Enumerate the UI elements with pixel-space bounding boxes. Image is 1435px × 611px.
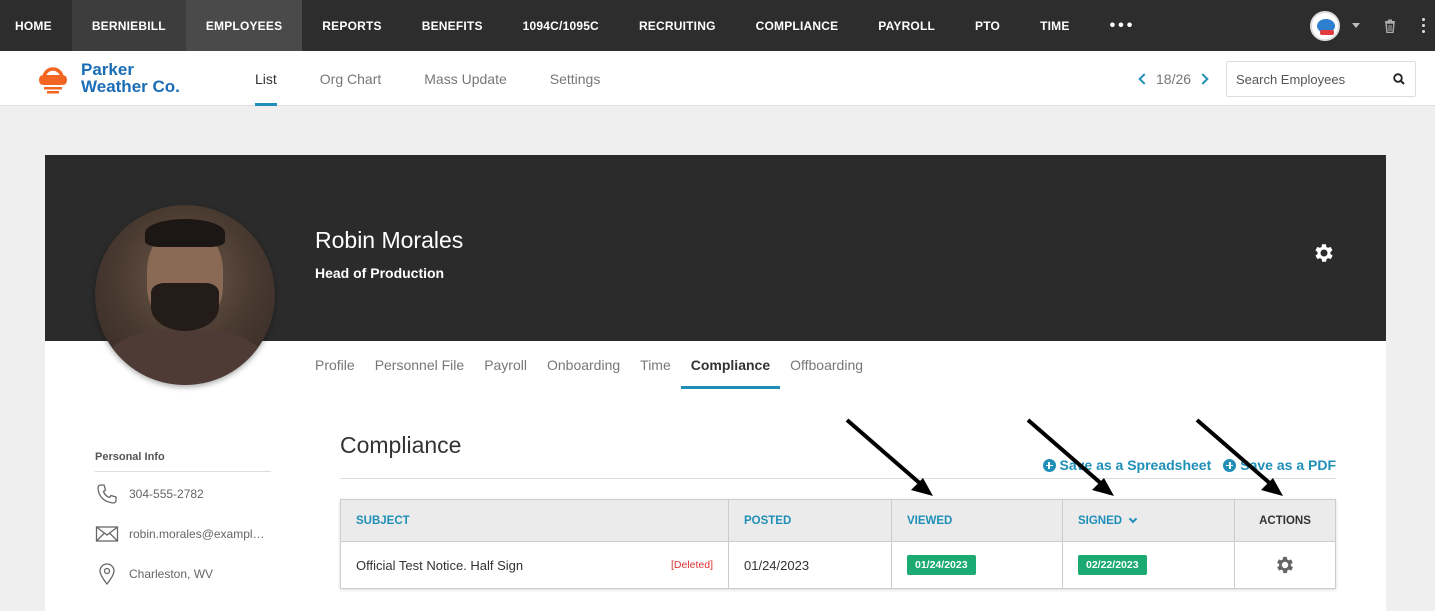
annotation-arrow-viewed (845, 418, 933, 496)
subtab-list[interactable]: List (255, 51, 277, 106)
kebab-menu-icon[interactable] (1422, 18, 1425, 33)
location-row: Charleston, WV (95, 556, 271, 592)
column-subject[interactable]: SUBJECT (341, 500, 729, 541)
nav-reports[interactable]: REPORTS (302, 0, 401, 51)
tab-profile[interactable]: Profile (315, 341, 355, 389)
personal-info-heading: Personal Info (95, 451, 271, 472)
cell-subject[interactable]: Official Test Notice. Half Sign [Deleted… (341, 542, 729, 588)
search-icon[interactable] (1393, 73, 1405, 85)
map-pin-icon (99, 563, 115, 586)
deleted-status: [Deleted] (670, 559, 713, 571)
tab-onboarding[interactable]: Onboarding (547, 341, 620, 389)
column-viewed[interactable]: VIEWED (892, 500, 1063, 541)
nav-benefits[interactable]: BENEFITS (402, 0, 503, 51)
cell-signed: 02/22/2023 (1063, 542, 1235, 588)
column-actions: ACTIONS (1259, 514, 1311, 527)
personal-info: Personal Info 304-555-2782 robin.morales… (95, 451, 271, 592)
nav-berniebill[interactable]: BERNIEBILL (71, 0, 186, 51)
annotation-arrow-actions (1195, 418, 1283, 496)
topnav-right-tools (1310, 0, 1435, 51)
compliance-table: SUBJECT POSTED VIEWED SIGNED ACTIONS Off… (340, 499, 1336, 589)
company-avatar[interactable] (1310, 10, 1340, 41)
viewed-badge: 01/24/2023 (907, 555, 976, 575)
subtab-mass-update[interactable]: Mass Update (424, 51, 506, 106)
column-signed-label: SIGNED (1078, 514, 1123, 527)
column-signed[interactable]: SIGNED (1063, 500, 1235, 541)
gear-icon[interactable] (1274, 554, 1296, 576)
section-title: Compliance (340, 432, 462, 458)
employee-card: Robin Morales Head of Production Profile… (45, 155, 1386, 611)
subject-text: Official Test Notice. Half Sign (356, 557, 524, 573)
employee-title: Head of Production (315, 265, 445, 281)
phone-icon (97, 484, 117, 504)
annotation-arrow-signed (1026, 418, 1114, 496)
cloud-sun-logo-icon (39, 67, 67, 94)
nav-home[interactable]: HOME (0, 0, 72, 51)
trash-icon[interactable] (1384, 19, 1396, 33)
employee-photo[interactable] (95, 205, 275, 385)
phone-text: 304-555-2782 (129, 487, 204, 501)
location-text: Charleston, WV (129, 567, 214, 581)
company-logo[interactable]: Parker Weather Co. (36, 61, 206, 97)
top-nav: HOME BERNIEBILL EMPLOYEES REPORTS BENEFI… (0, 0, 1435, 51)
chevron-right-icon[interactable] (1197, 72, 1209, 85)
company-logo-text: Parker Weather Co. (81, 61, 180, 95)
nav-time[interactable]: TIME (1020, 0, 1089, 51)
email-row: robin.morales@example.... (95, 516, 271, 552)
employee-pager: 18/26 (1136, 51, 1209, 106)
phone-row: 304-555-2782 (95, 476, 271, 512)
sub-header: Parker Weather Co. List Org Chart Mass U… (0, 51, 1435, 106)
gear-icon[interactable] (1312, 241, 1336, 265)
pager-count: 18/26 (1156, 70, 1192, 87)
table-header: SUBJECT POSTED VIEWED SIGNED ACTIONS (341, 500, 1335, 541)
column-posted[interactable]: POSTED (729, 500, 892, 541)
chevron-down-icon[interactable] (1352, 23, 1360, 28)
envelope-icon (95, 526, 119, 542)
employee-name: Robin Morales (315, 227, 464, 253)
nav-1094c-1095c[interactable]: 1094C/1095C (503, 0, 619, 51)
nav-payroll[interactable]: PAYROLL (858, 0, 955, 51)
employee-subtabs: List Org Chart Mass Update Settings (255, 51, 643, 106)
nav-recruiting[interactable]: RECRUITING (619, 0, 736, 51)
tab-offboarding[interactable]: Offboarding (790, 341, 863, 389)
email-text: robin.morales@example.... (129, 527, 271, 541)
logo-line-2: Weather Co. (81, 77, 180, 96)
subtab-settings[interactable]: Settings (550, 51, 601, 106)
cell-posted: 01/24/2023 (729, 542, 892, 588)
tab-compliance[interactable]: Compliance (680, 341, 781, 389)
search-input[interactable] (1236, 62, 1386, 96)
chevron-left-icon[interactable] (1138, 72, 1150, 85)
logo-line-1: Parker (81, 60, 134, 79)
search-box (1226, 61, 1416, 97)
nav-pto[interactable]: PTO (955, 0, 1020, 51)
tab-payroll[interactable]: Payroll (484, 341, 527, 389)
cell-viewed: 01/24/2023 (892, 542, 1063, 588)
nav-compliance[interactable]: COMPLIANCE (736, 0, 859, 51)
section-divider (340, 478, 1336, 479)
nav-employees[interactable]: EMPLOYEES (185, 0, 303, 51)
sort-chevron-down-icon (1128, 514, 1138, 523)
subtab-org-chart[interactable]: Org Chart (320, 51, 381, 106)
table-row: Official Test Notice. Half Sign [Deleted… (341, 541, 1335, 588)
tab-time[interactable]: Time (640, 341, 671, 389)
cell-actions (1235, 542, 1335, 588)
signed-badge: 02/22/2023 (1078, 555, 1147, 575)
nav-more-button[interactable]: ••• (1090, 0, 1156, 51)
tab-personnel-file[interactable]: Personnel File (375, 341, 465, 389)
profile-tabs: Profile Personnel File Payroll Onboardin… (315, 341, 883, 389)
